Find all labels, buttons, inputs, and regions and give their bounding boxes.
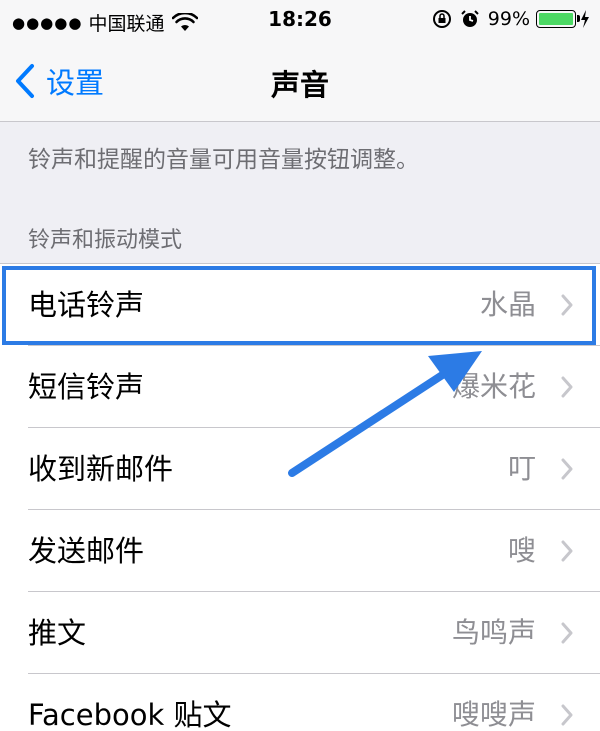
volume-info-text: 铃声和提醒的音量可用音量按钮调整。 bbox=[28, 147, 419, 173]
battery-percent: 99% bbox=[487, 8, 530, 30]
row-label: 推文 bbox=[28, 616, 87, 650]
row-label: 发送邮件 bbox=[28, 534, 145, 568]
battery-tip bbox=[577, 15, 580, 22]
status-bar: ●●●●● 中国联通 18:26 99% bbox=[0, 0, 600, 40]
row-label: Facebook 贴文 bbox=[28, 698, 232, 731]
chevron-left-icon bbox=[16, 64, 34, 98]
orientation-lock-icon bbox=[432, 10, 451, 28]
list-item-facebook-post[interactable]: Facebook 贴文 嗖嗖声 bbox=[0, 674, 600, 731]
battery-level bbox=[539, 13, 573, 25]
list-item-sent-mail[interactable]: 发送邮件 嗖 bbox=[0, 510, 600, 592]
back-label: 设置 bbox=[46, 66, 105, 100]
chevron-right-icon bbox=[561, 622, 573, 644]
row-label: 短信铃声 bbox=[28, 370, 145, 404]
row-label: 收到新邮件 bbox=[28, 452, 174, 486]
back-button[interactable]: 设置 bbox=[14, 60, 104, 102]
alarm-icon bbox=[461, 10, 479, 27]
chevron-right-icon bbox=[561, 376, 573, 398]
chevron-right-icon bbox=[561, 458, 573, 480]
list-item-text-tone[interactable]: 短信铃声 爆米花 bbox=[0, 346, 600, 428]
status-right: 99% bbox=[432, 8, 590, 30]
row-value: 鸟鸣声 bbox=[451, 616, 536, 649]
chevron-right-icon bbox=[561, 704, 573, 726]
row-label: 电话铃声 bbox=[28, 288, 145, 322]
section-header: 铃声和振动模式 bbox=[28, 228, 183, 253]
navigation-bar: 设置 声音 bbox=[0, 40, 600, 122]
row-value: 嗖 bbox=[507, 534, 536, 567]
row-value: 嗖嗖声 bbox=[451, 698, 536, 731]
row-value: 叮 bbox=[507, 452, 536, 485]
chevron-right-icon bbox=[561, 540, 573, 562]
ringtone-list: 电话铃声 水晶 短信铃声 爆米花 收到新邮件 叮 发送邮件 嗖 推文 鸟鸣声 F… bbox=[0, 263, 600, 731]
list-item-new-mail[interactable]: 收到新邮件 叮 bbox=[0, 428, 600, 510]
row-value: 水晶 bbox=[479, 288, 536, 321]
row-value: 爆米花 bbox=[451, 370, 536, 403]
list-item-tweet[interactable]: 推文 鸟鸣声 bbox=[0, 592, 600, 674]
list-item-ringtone[interactable]: 电话铃声 水晶 bbox=[0, 264, 600, 346]
battery-icon bbox=[536, 10, 580, 28]
chevron-right-icon bbox=[561, 294, 573, 316]
charging-icon bbox=[581, 10, 589, 28]
